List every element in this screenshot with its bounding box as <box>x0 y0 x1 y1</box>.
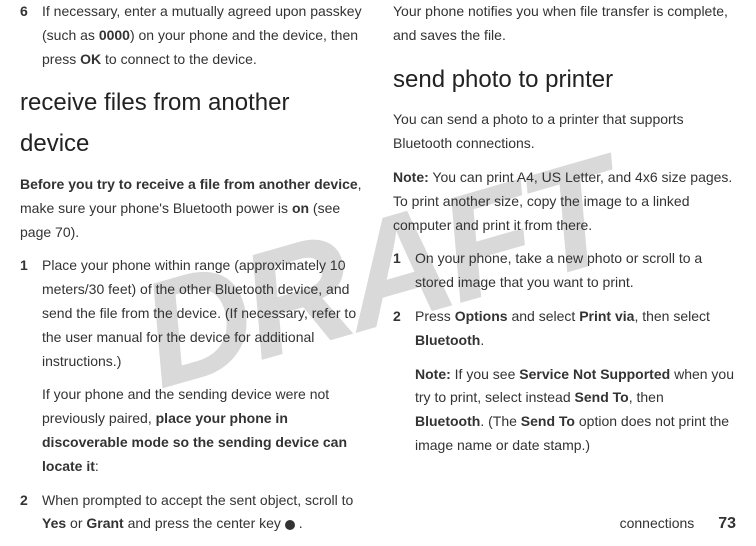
list-item: 2 When prompted to accept the sent objec… <box>20 489 363 537</box>
paragraph: Before you try to receive a file from an… <box>20 173 363 244</box>
code-text: Send To <box>521 413 575 429</box>
code-text: Service Not Supported <box>519 366 670 382</box>
list-text: On your phone, take a new photo or scrol… <box>415 247 736 295</box>
text: Press <box>415 308 455 324</box>
right-column: Your phone notifies you when file transf… <box>393 0 736 546</box>
code-text: OK <box>80 51 101 67</box>
page-number: 73 <box>718 515 736 532</box>
text: You can print A4, US Letter, and 4x6 siz… <box>393 169 732 233</box>
code-text: Print via <box>579 308 634 324</box>
left-column: 6 If necessary, enter a mutually agreed … <box>20 0 363 546</box>
list-item: 2 Press Options and select Print via, th… <box>393 305 736 353</box>
text: to connect to the device. <box>101 51 257 67</box>
list-text: Press Options and select Print via, then… <box>415 305 736 353</box>
text: When prompted to accept the sent object,… <box>42 492 353 508</box>
list-number: 6 <box>20 0 42 71</box>
code-text: Options <box>455 308 508 324</box>
code-text: Grant <box>86 515 123 531</box>
heading-send-photo: send photo to printer <box>393 60 736 101</box>
list-number: 1 <box>393 247 415 295</box>
list-text: When prompted to accept the sent object,… <box>42 489 363 537</box>
code-text: Send To <box>575 389 629 405</box>
code-text: Bluetooth <box>415 413 480 429</box>
page-footer: connections 73 <box>620 510 736 537</box>
text: . <box>295 515 303 531</box>
code-text: Yes <box>42 515 66 531</box>
text: . (The <box>480 413 520 429</box>
bold-text: on <box>292 200 309 216</box>
indented-note: Note: If you see Service Not Supported w… <box>415 363 736 458</box>
note-paragraph: Note: You can print A4, US Letter, and 4… <box>393 166 736 237</box>
center-key-icon <box>285 520 295 530</box>
list-text: If necessary, enter a mutually agreed up… <box>42 0 363 71</box>
list-item: 1 On your phone, take a new photo or scr… <box>393 247 736 295</box>
two-column-layout: 6 If necessary, enter a mutually agreed … <box>20 0 736 546</box>
list-number: 1 <box>20 254 42 373</box>
text: If you see <box>451 366 519 382</box>
text: or <box>66 515 86 531</box>
text: and press the center key <box>124 515 285 531</box>
text: . <box>480 332 484 348</box>
paragraph: Your phone notifies you when file transf… <box>393 0 736 48</box>
section-name: connections <box>620 515 695 531</box>
paragraph: You can send a photo to a printer that s… <box>393 108 736 156</box>
note-label: Note: <box>393 169 429 185</box>
list-number: 2 <box>393 305 415 353</box>
text: and select <box>508 308 580 324</box>
list-item: 1 Place your phone within range (approxi… <box>20 254 363 373</box>
code-text: Bluetooth <box>415 332 480 348</box>
heading-receive-files: receive files from another device <box>20 83 363 165</box>
list-item: 6 If necessary, enter a mutually agreed … <box>20 0 363 71</box>
list-text: Place your phone within range (approxima… <box>42 254 363 373</box>
indented-paragraph: If your phone and the sending device wer… <box>42 383 363 478</box>
text: , then select <box>634 308 710 324</box>
bold-text: Before you try to receive a file from an… <box>20 176 358 192</box>
list-number: 2 <box>20 489 42 537</box>
note-label: Note: <box>415 366 451 382</box>
code-text: 0000 <box>99 27 130 43</box>
text: : <box>95 458 99 474</box>
text: , then <box>629 389 664 405</box>
